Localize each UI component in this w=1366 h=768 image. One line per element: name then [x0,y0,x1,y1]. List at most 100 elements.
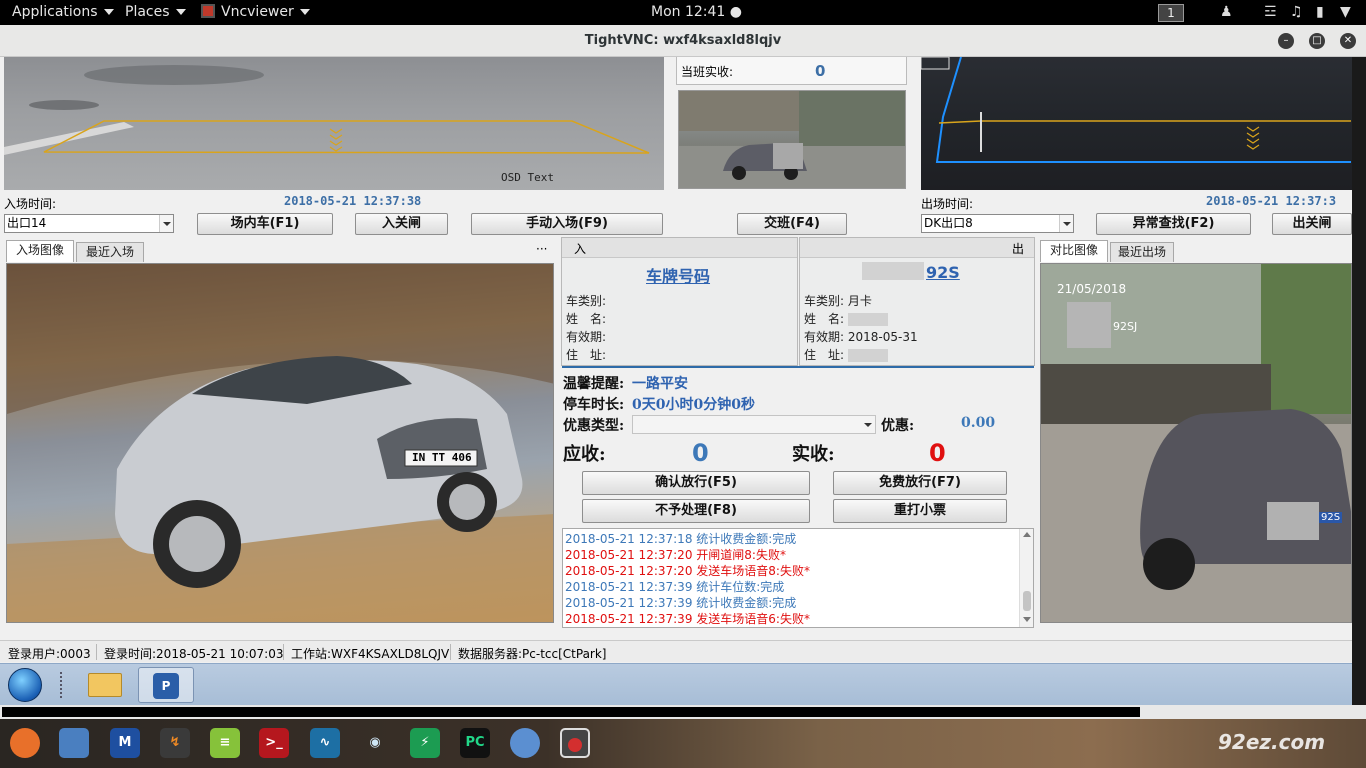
shift-summary: 当班实收: 0 [676,57,907,85]
wireshark-icon[interactable]: ∿ [310,728,340,758]
exit-gate-value: DK出口8 [924,216,973,230]
vncviewer-icon [201,4,215,18]
horizontal-scrollbar[interactable] [0,705,1366,719]
places-menu[interactable]: Places [125,4,186,20]
entry-close-gate-button[interactable]: 入关闸 [355,213,448,235]
discount-label: 优惠: [881,418,915,434]
exit-valid-label: 有效期: [804,330,845,344]
redacted-name [847,313,888,326]
entry-gate-select[interactable]: 出口14 [4,214,174,233]
divider [562,366,1034,368]
taskbar-grip[interactable] [60,672,65,698]
scrollbar-thumb[interactable] [2,707,1140,717]
handover-button[interactable]: 交班(F4) [737,213,847,235]
volume-icon[interactable]: ♫ [1290,4,1303,20]
reprint-ticket-button[interactable]: 重打小票 [833,499,1007,523]
log-scrollbar[interactable] [1019,529,1033,627]
exit-photo-plate: 92SJ [1113,320,1138,333]
active-app-menu[interactable]: Vncviewer [201,4,310,20]
entry-info-header: 入 [562,238,797,258]
people-icon[interactable]: ♟ [1220,4,1233,20]
scroll-up-icon[interactable] [1023,532,1031,537]
scroll-down-icon[interactable] [1023,617,1031,622]
status-bar: 登录用户:0003 登录时间:2018-05-21 10:07:03 工作站:W… [0,640,1352,662]
pycharm-icon[interactable]: PC [460,728,490,758]
minimize-button[interactable]: – [1278,33,1294,49]
entry-thumbnail [678,90,906,189]
log-line: 2018-05-21 12:37:39 统计收费金额:完成 [565,596,797,610]
scroll-thumb[interactable] [1023,591,1031,611]
tab-entry-image[interactable]: 入场图像 [6,240,74,262]
applications-menu[interactable]: Applications [12,4,114,20]
close-button[interactable]: ✕ [1340,33,1356,49]
wifi-icon[interactable]: ☲ [1264,4,1277,20]
dropdown-arrow-icon [861,416,875,433]
lightning-icon[interactable]: ⚡ [410,728,440,758]
exit-vehicle-photo: 21/05/2018 92SJ 92S [1040,263,1352,623]
receivable-label: 应收: [563,444,606,465]
abnormal-search-button[interactable]: 异常查找(F2) [1096,213,1251,235]
parking-app: OSD Text 当班实收: 0 入场时间: 2018-05-21 12:37:… [0,57,1352,705]
entry-gate-value: 出口14 [7,216,47,230]
vncviewer-dock-icon[interactable] [560,728,590,758]
exit-time-label: 出场时间: [921,197,974,211]
tab-recent-exits[interactable]: 最近出场 [1110,242,1174,262]
status-server: 数据服务器:Pc-tcc[CtPark] [458,647,607,661]
duration-label: 停车时长: [563,397,625,413]
log-line: 2018-05-21 12:37:39 发送车场语音6:失败* [565,612,810,626]
confirm-release-button[interactable]: 确认放行(F5) [582,471,810,495]
window-title: TightVNC: wxf4ksaxld8lqjv [584,33,782,48]
entry-info-panel: 入 车牌号码 车类别: 姓 名: 有效期: 住 址: [561,237,798,366]
exit-gate-select[interactable]: DK出口8 [921,214,1074,233]
dropdown-arrow-icon [159,215,173,232]
terminal-icon[interactable]: >_ [259,728,289,758]
ignore-button[interactable]: 不予处理(F8) [582,499,810,523]
exit-car-type-value: 月卡 [847,294,872,308]
windows-start-icon[interactable] [8,668,42,702]
notes-icon[interactable]: ≡ [210,728,240,758]
tab-recent-entries[interactable]: 最近入场 [76,242,144,262]
firefox-icon[interactable] [10,728,40,758]
entry-time-label: 入场时间: [4,197,57,211]
entry-plate-link[interactable]: 车牌号码 [646,263,710,287]
discount-type-select[interactable] [632,415,876,434]
entry-address-label: 住 址: [566,348,607,362]
power-menu-icon[interactable]: ▼ [1340,4,1351,20]
exit-plate-link[interactable]: 92S [926,263,960,282]
log-line: 2018-05-21 12:37:20 发送车场语音8:失败* [565,564,810,578]
event-log[interactable]: 2018-05-21 12:37:18 统计收费金额:完成 2018-05-21… [562,528,1034,628]
manual-entry-button[interactable]: 手动入场(F9) [471,213,663,235]
clock[interactable]: Mon 12:41 ● [651,4,742,20]
exit-time-value: 2018-05-21 12:37:3 [1206,194,1337,208]
reminder-label: 温馨提醒: [563,376,625,392]
parking-app-icon[interactable]: P [138,667,194,703]
entry-name-label: 姓 名: [566,312,607,326]
metasploit-icon[interactable]: M [110,728,140,758]
burpsuite-icon[interactable]: ↯ [160,728,190,758]
in-lot-button[interactable]: 场内车(F1) [197,213,333,235]
files-icon[interactable] [59,728,89,758]
entry-time-value: 2018-05-21 12:37:38 [284,194,422,208]
chevron-down-icon [103,9,114,15]
exit-info-header: 出 [800,238,1034,258]
tab-compare-image[interactable]: 对比图像 [1040,240,1108,262]
status-separator [450,644,451,660]
discount-value: 0.00 [961,415,996,431]
entry-info-header-label: 入 [574,242,587,256]
exit-camera-feed [921,57,1352,190]
discount-type-label: 优惠类型: [563,418,625,434]
vnc-window-titlebar[interactable]: TightVNC: wxf4ksaxld8lqjv – □ ✕ [0,25,1366,57]
file-explorer-icon[interactable] [78,667,134,703]
more-options[interactable]: ··· [536,242,547,256]
battery-icon[interactable]: ▮ [1316,4,1324,20]
chromium-icon[interactable] [510,728,540,758]
maximize-button[interactable]: □ [1309,33,1325,49]
eye-icon[interactable]: ◉ [360,728,390,758]
log-line: 2018-05-21 12:37:20 开闸道闸8:失败* [565,548,786,562]
camera-overlay-text: OSD Text [501,171,554,184]
exit-close-gate-button[interactable]: 出关闸 [1272,213,1352,235]
watermark: 92ez.com [1218,730,1326,754]
workspace-indicator[interactable]: 1 [1158,4,1184,22]
exit-tabs: 对比图像 最近出场 [1040,240,1352,262]
free-release-button[interactable]: 免费放行(F7) [833,471,1007,495]
